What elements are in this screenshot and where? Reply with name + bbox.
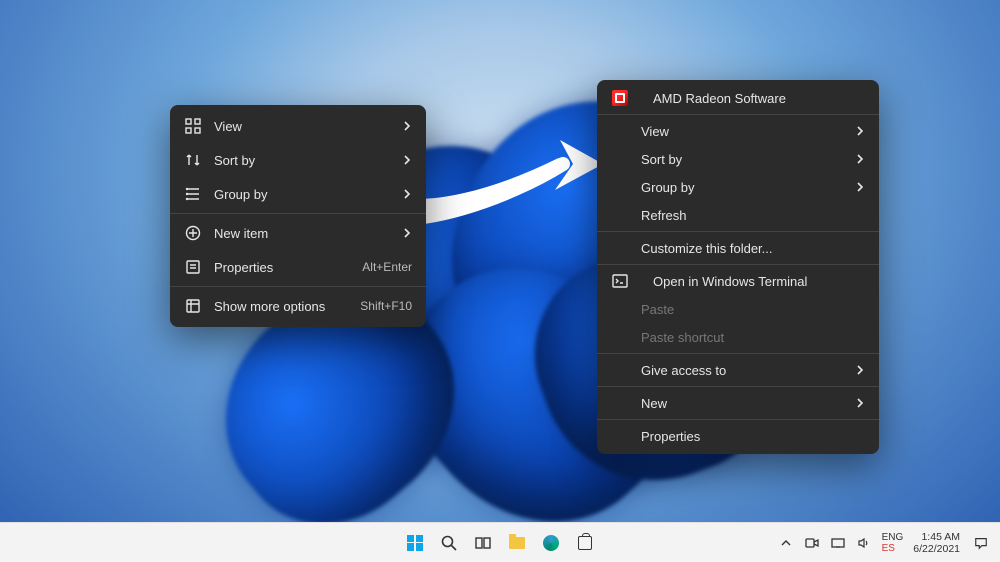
chevron-right-icon: [855, 182, 865, 192]
chevron-right-icon: [402, 121, 412, 131]
edge-button[interactable]: [537, 529, 565, 557]
taskbar-center: [401, 529, 599, 557]
menu-separator: [597, 386, 879, 387]
menu-label: Properties: [641, 429, 865, 444]
chevron-right-icon: [855, 126, 865, 136]
chevron-right-icon: [855, 154, 865, 164]
task-view-icon: [474, 534, 492, 552]
language-primary: ENG: [882, 532, 904, 543]
chevron-right-icon: [855, 365, 865, 375]
menu-label: Refresh: [641, 208, 865, 223]
folder-icon: [509, 537, 525, 549]
menu-item-paste-shortcut: Paste shortcut: [597, 323, 879, 351]
amd-icon: [611, 89, 629, 107]
menu-separator: [597, 419, 879, 420]
menu-label: New: [641, 396, 843, 411]
search-icon: [440, 534, 458, 552]
menu-label: Sort by: [214, 153, 390, 168]
clock-time: 1:45 AM: [913, 531, 960, 543]
sort-icon: [184, 151, 202, 169]
menu-item-properties[interactable]: Properties: [597, 422, 879, 450]
terminal-icon: [611, 272, 629, 290]
menu-item-refresh[interactable]: Refresh: [597, 201, 879, 229]
menu-item-new[interactable]: New: [597, 389, 879, 417]
chevron-right-icon: [402, 155, 412, 165]
group-icon: [184, 185, 202, 203]
search-button[interactable]: [435, 529, 463, 557]
menu-item-open-terminal[interactable]: Open in Windows Terminal: [597, 267, 879, 295]
menu-item-amd-radeon[interactable]: AMD Radeon Software: [597, 84, 879, 112]
task-view-button[interactable]: [469, 529, 497, 557]
menu-separator: [597, 264, 879, 265]
properties-icon: [184, 258, 202, 276]
menu-item-group-by[interactable]: Group by: [597, 173, 879, 201]
menu-separator: [170, 213, 426, 214]
menu-label: AMD Radeon Software: [653, 91, 865, 106]
menu-item-properties[interactable]: Properties Alt+Enter: [170, 250, 426, 284]
context-menu-classic: AMD Radeon Software View Sort by Group b…: [597, 80, 879, 454]
language-indicator[interactable]: ENG ES: [882, 532, 904, 554]
tray-network-icon[interactable]: [830, 535, 846, 551]
edge-icon: [543, 535, 559, 551]
menu-label: Paste: [641, 302, 865, 317]
menu-label: Paste shortcut: [641, 330, 865, 345]
windows-logo-icon: [407, 535, 423, 551]
tray-meet-now-icon[interactable]: [804, 535, 820, 551]
menu-label: Customize this folder...: [641, 241, 865, 256]
new-icon: [184, 224, 202, 242]
chevron-right-icon: [402, 228, 412, 238]
language-secondary: ES: [882, 543, 904, 554]
menu-item-give-access-to[interactable]: Give access to: [597, 356, 879, 384]
menu-separator: [597, 114, 879, 115]
clock[interactable]: 1:45 AM 6/22/2021: [913, 531, 960, 555]
system-tray: ENG ES 1:45 AM 6/22/2021: [778, 531, 992, 555]
menu-label: Group by: [641, 180, 843, 195]
tray-volume-icon[interactable]: [856, 535, 872, 551]
menu-item-group-by[interactable]: Group by: [170, 177, 426, 211]
menu-label: View: [641, 124, 843, 139]
menu-label: New item: [214, 226, 390, 241]
menu-separator: [170, 286, 426, 287]
menu-label: Properties: [214, 260, 332, 275]
start-button[interactable]: [401, 529, 429, 557]
context-menu-win11: View Sort by Group by New item Propertie…: [170, 105, 426, 327]
file-explorer-button[interactable]: [503, 529, 531, 557]
menu-shortcut: Alt+Enter: [362, 260, 412, 274]
clock-date: 6/22/2021: [913, 543, 960, 555]
menu-label: Group by: [214, 187, 390, 202]
menu-shortcut: Shift+F10: [360, 299, 412, 313]
chevron-right-icon: [402, 189, 412, 199]
chevron-right-icon: [855, 398, 865, 408]
menu-label: Show more options: [214, 299, 330, 314]
menu-item-new-item[interactable]: New item: [170, 216, 426, 250]
menu-label: Give access to: [641, 363, 843, 378]
menu-item-paste: Paste: [597, 295, 879, 323]
menu-separator: [597, 353, 879, 354]
notification-icon: [974, 536, 988, 550]
menu-label: Sort by: [641, 152, 843, 167]
view-icon: [184, 117, 202, 135]
menu-item-customize-folder[interactable]: Customize this folder...: [597, 234, 879, 262]
menu-item-sort-by[interactable]: Sort by: [170, 143, 426, 177]
notifications-button[interactable]: [970, 532, 992, 554]
store-icon: [578, 536, 592, 550]
taskbar: ENG ES 1:45 AM 6/22/2021: [0, 522, 1000, 562]
more-options-icon: [184, 297, 202, 315]
menu-item-view[interactable]: View: [597, 117, 879, 145]
store-button[interactable]: [571, 529, 599, 557]
menu-separator: [597, 231, 879, 232]
menu-item-show-more-options[interactable]: Show more options Shift+F10: [170, 289, 426, 323]
menu-item-sort-by[interactable]: Sort by: [597, 145, 879, 173]
menu-label: View: [214, 119, 390, 134]
menu-item-view[interactable]: View: [170, 109, 426, 143]
menu-label: Open in Windows Terminal: [653, 274, 865, 289]
tray-chevron-up[interactable]: [778, 535, 794, 551]
